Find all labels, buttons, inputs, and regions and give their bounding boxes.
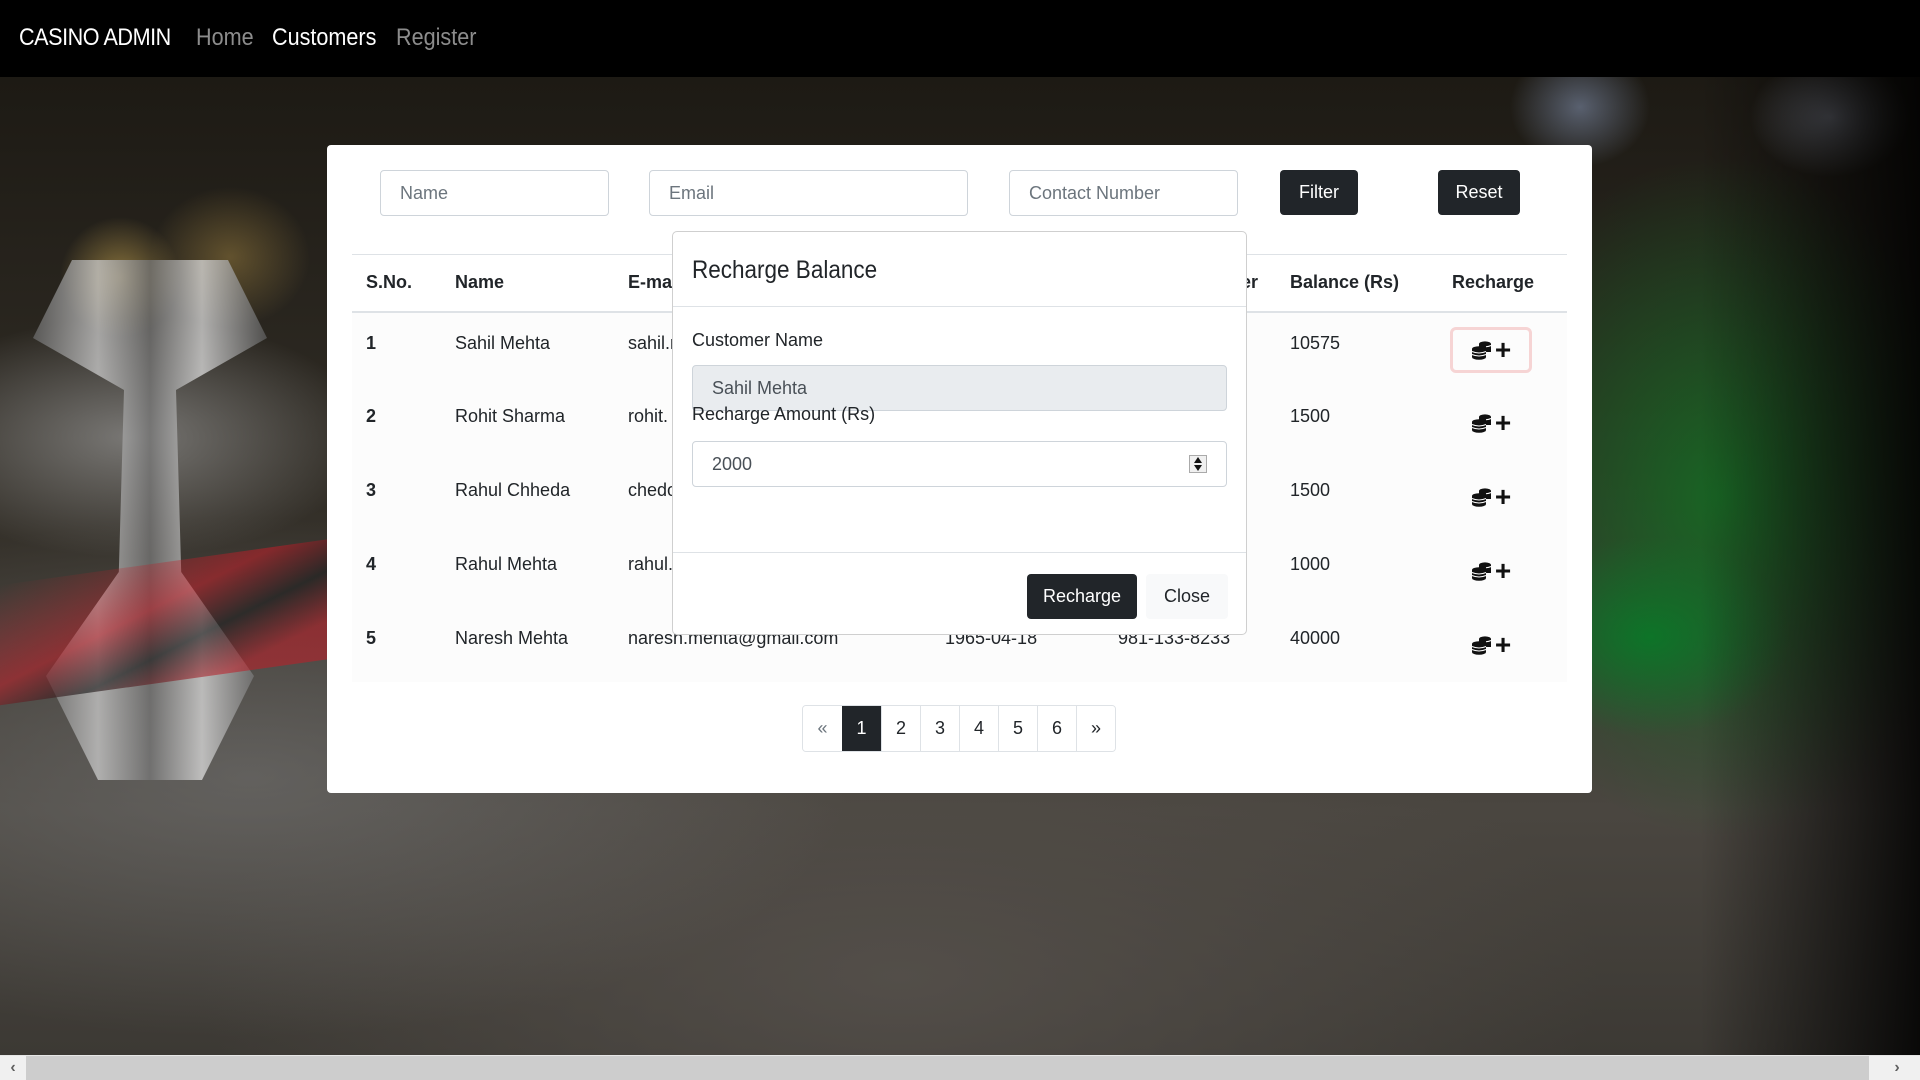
modal-header: Recharge Balance	[673, 232, 1246, 307]
navbar: CASINO ADMIN Home Customers Register	[0, 0, 1920, 77]
cell-name: Rahul Mehta	[441, 533, 614, 608]
pagination-page-6[interactable]: 6	[1037, 706, 1076, 751]
pagination-next[interactable]: »	[1076, 706, 1115, 751]
cell-name: Sahil Mehta	[441, 311, 614, 386]
recharge-amount-label: Recharge Amount (Rs)	[692, 404, 876, 424]
cell-recharge: +	[1438, 311, 1567, 386]
pagination-page-2[interactable]: 2	[881, 706, 920, 751]
cell-sno: 2	[352, 385, 441, 460]
nav-customers[interactable]: Customers	[272, 24, 376, 52]
pagination-page-3[interactable]: 3	[920, 706, 959, 751]
recharge-amount-input[interactable]: 2000	[692, 441, 1227, 487]
cell-balance: 1500	[1276, 459, 1438, 534]
cell-name: Naresh Mehta	[441, 607, 614, 682]
pagination-page-1[interactable]: 1	[842, 706, 881, 751]
cell-balance: 40000	[1276, 607, 1438, 682]
cell-recharge: +	[1438, 607, 1567, 682]
header-name: Name	[441, 254, 614, 313]
cell-name: Rahul Chheda	[441, 459, 614, 534]
modal-footer: Recharge Close	[673, 552, 1246, 636]
scroll-left-icon[interactable]: ‹	[0, 1056, 26, 1080]
plus-icon: +	[1494, 406, 1512, 438]
nav-register[interactable]: Register	[396, 24, 476, 52]
modal-recharge-button[interactable]: Recharge	[1027, 574, 1137, 619]
brand-logo[interactable]: CASINO ADMIN	[19, 24, 171, 52]
background-vignette	[1700, 77, 1920, 1055]
cell-sno: 1	[352, 311, 441, 386]
customer-name-label: Customer Name	[692, 330, 824, 350]
plus-icon: +	[1494, 333, 1512, 365]
pagination-prev[interactable]: «	[803, 706, 842, 751]
cell-sno: 5	[352, 607, 441, 682]
filter-button[interactable]: Filter	[1280, 170, 1358, 215]
pagination: « 1 2 3 4 5 6 »	[802, 705, 1116, 752]
cell-balance: 10575	[1276, 311, 1438, 386]
scroll-right-icon[interactable]: ›	[1884, 1056, 1910, 1080]
pagination-page-5[interactable]: 5	[998, 706, 1037, 751]
email-filter-input[interactable]	[649, 170, 968, 216]
cell-balance: 1500	[1276, 385, 1438, 460]
header-sno: S.No.	[352, 254, 441, 313]
cell-sno: 3	[352, 459, 441, 534]
coins-icon	[1471, 340, 1492, 360]
coins-icon	[1471, 487, 1492, 507]
cell-recharge: +	[1438, 459, 1567, 534]
modal-close-button[interactable]: Close	[1146, 574, 1228, 619]
cell-recharge: +	[1438, 533, 1567, 608]
cell-sno: 4	[352, 533, 441, 608]
plus-icon: +	[1494, 480, 1512, 512]
pagination-page-4[interactable]: 4	[959, 706, 998, 751]
horizontal-scrollbar[interactable]: ‹ ›	[0, 1055, 1920, 1080]
reset-button[interactable]: Reset	[1438, 170, 1520, 215]
coins-icon	[1471, 561, 1492, 581]
cell-balance: 1000	[1276, 533, 1438, 608]
recharge-row-button[interactable]: +	[1450, 326, 1532, 373]
coins-icon	[1471, 635, 1492, 655]
nav-home[interactable]: Home	[196, 24, 254, 52]
recharge-modal: Recharge Balance Customer Name Sahil Meh…	[672, 231, 1247, 635]
header-recharge: Recharge	[1438, 254, 1567, 313]
recharge-amount-value: 2000	[712, 454, 753, 474]
recharge-row-button[interactable]: +	[1450, 400, 1532, 446]
contact-filter-input[interactable]	[1009, 170, 1238, 216]
plus-icon: +	[1494, 554, 1512, 586]
modal-title: Recharge Balance	[692, 256, 878, 284]
scrollbar-thumb[interactable]	[26, 1056, 1869, 1080]
header-balance: Balance (Rs)	[1276, 254, 1438, 313]
cell-recharge: +	[1438, 385, 1567, 460]
recharge-row-button[interactable]: +	[1450, 474, 1532, 520]
plus-icon: +	[1494, 628, 1512, 660]
number-spinner-icon[interactable]	[1189, 455, 1207, 473]
cell-name: Rohit Sharma	[441, 385, 614, 460]
name-filter-input[interactable]	[380, 170, 609, 216]
recharge-row-button[interactable]: +	[1450, 622, 1532, 668]
coins-icon	[1471, 413, 1492, 433]
recharge-row-button[interactable]: +	[1450, 548, 1532, 594]
